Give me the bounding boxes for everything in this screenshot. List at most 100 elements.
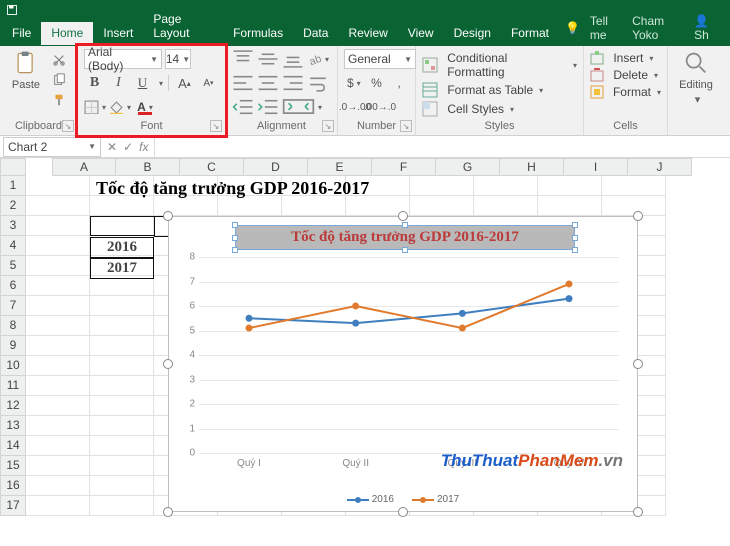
col-head[interactable]: G	[436, 158, 500, 176]
col-head[interactable]: D	[244, 158, 308, 176]
chart-plot-area[interactable]: 012345678Quý IQuý IIQuý IIIQuý IV	[199, 257, 619, 453]
cell[interactable]	[90, 356, 154, 376]
insert-cells[interactable]: Insert▾	[590, 51, 661, 65]
cell[interactable]	[90, 276, 154, 296]
cell[interactable]	[90, 476, 154, 496]
format-as-table[interactable]: Format as Table▾	[422, 82, 577, 98]
format-painter-icon[interactable]	[50, 91, 68, 109]
font-size-dropdown[interactable]: 14▼	[165, 49, 191, 69]
cell[interactable]	[90, 456, 154, 476]
row-head[interactable]: 7	[0, 296, 26, 316]
cell[interactable]	[90, 436, 154, 456]
comma-icon[interactable]: ,	[389, 73, 409, 93]
cell[interactable]	[26, 476, 90, 496]
grow-font-icon[interactable]: A▴	[174, 73, 195, 93]
user-name[interactable]: Cham Yoko	[632, 14, 684, 42]
number-dialog-icon[interactable]: ↘	[400, 120, 412, 132]
font-dialog-icon[interactable]: ↘	[210, 120, 222, 132]
alignment-dialog-icon[interactable]: ↘	[322, 120, 334, 132]
select-all-corner[interactable]	[0, 158, 26, 176]
cell[interactable]	[538, 196, 602, 216]
tab-format[interactable]: Format	[501, 22, 559, 46]
align-right-icon[interactable]	[282, 73, 304, 93]
cell[interactable]	[90, 316, 154, 336]
cell[interactable]	[410, 196, 474, 216]
cell[interactable]	[26, 376, 90, 396]
row-head[interactable]: 11	[0, 376, 26, 396]
tab-formulas[interactable]: Formulas	[223, 22, 293, 46]
tab-insert[interactable]: Insert	[93, 22, 143, 46]
formula-input[interactable]	[154, 137, 730, 157]
italic-button[interactable]: I	[108, 73, 129, 93]
tab-page-layout[interactable]: Page Layout	[143, 8, 223, 46]
dec-decimal-icon[interactable]: .00→.0	[369, 97, 391, 117]
chart-legend[interactable]: 2016 2017	[169, 494, 637, 505]
chart-handle[interactable]	[163, 359, 173, 369]
cell[interactable]	[26, 256, 90, 276]
cell[interactable]	[26, 456, 90, 476]
cell[interactable]	[26, 496, 90, 516]
cell[interactable]	[90, 196, 154, 216]
cell[interactable]	[90, 496, 154, 516]
col-head[interactable]: I	[564, 158, 628, 176]
row-head[interactable]: 6	[0, 276, 26, 296]
borders-icon[interactable]: ▾	[84, 97, 106, 117]
row-head[interactable]: 14	[0, 436, 26, 456]
align-center-icon[interactable]	[257, 73, 279, 93]
col-head[interactable]: E	[308, 158, 372, 176]
cell[interactable]	[90, 296, 154, 316]
row-head[interactable]: 9	[0, 336, 26, 356]
align-bottom-icon[interactable]	[282, 49, 304, 69]
name-box[interactable]: Chart 2▼	[3, 137, 101, 157]
underline-dropdown-icon[interactable]: ▾	[159, 79, 163, 88]
align-left-icon[interactable]	[232, 73, 254, 93]
cell[interactable]	[26, 336, 90, 356]
align-middle-icon[interactable]	[257, 49, 279, 69]
inc-decimal-icon[interactable]: .0→.00	[344, 97, 366, 117]
editing-find[interactable]: Editing ▾	[674, 49, 718, 106]
chart-title[interactable]: Tốc độ tăng trưởng GDP 2016-2017	[235, 225, 575, 249]
tab-home[interactable]: Home	[41, 22, 93, 46]
tell-me[interactable]: Tell me	[590, 14, 622, 42]
cell[interactable]	[602, 176, 666, 196]
font-color-icon[interactable]: A▾	[134, 97, 156, 117]
row-head[interactable]: 4	[0, 236, 26, 256]
share-button[interactable]: 👤 Sh	[694, 14, 722, 42]
tab-review[interactable]: Review	[338, 22, 397, 46]
cell[interactable]	[26, 316, 90, 336]
col-head[interactable]: A	[52, 158, 116, 176]
font-name-dropdown[interactable]: Arial (Body)▼	[84, 49, 162, 69]
fill-color-icon[interactable]: ▾	[109, 97, 131, 117]
cell[interactable]	[26, 416, 90, 436]
col-head[interactable]: H	[500, 158, 564, 176]
underline-button[interactable]: U	[132, 73, 153, 93]
row-head[interactable]: 3	[0, 216, 26, 236]
cell[interactable]	[26, 196, 90, 216]
row-head[interactable]: 17	[0, 496, 26, 516]
row-head[interactable]: 5	[0, 256, 26, 276]
tab-file[interactable]: File	[2, 22, 41, 46]
chart-handle[interactable]	[163, 507, 173, 517]
dec-indent-icon[interactable]	[232, 97, 254, 117]
orientation-icon[interactable]: ab▾	[307, 49, 329, 69]
tab-design[interactable]: Design	[444, 22, 501, 46]
cell[interactable]	[26, 236, 90, 256]
cell[interactable]	[26, 396, 90, 416]
cut-icon[interactable]	[50, 51, 68, 69]
col-head[interactable]: F	[372, 158, 436, 176]
cell[interactable]	[26, 296, 90, 316]
tab-data[interactable]: Data	[293, 22, 338, 46]
row-head[interactable]: 2	[0, 196, 26, 216]
cell[interactable]	[410, 176, 474, 196]
cancel-icon[interactable]: ✕	[107, 140, 117, 154]
inc-indent-icon[interactable]	[257, 97, 279, 117]
format-cells[interactable]: Format▾	[590, 85, 661, 99]
row-head[interactable]: 10	[0, 356, 26, 376]
clipboard-dialog-icon[interactable]: ↘	[62, 120, 74, 132]
cell[interactable]	[26, 176, 90, 196]
align-top-icon[interactable]	[232, 49, 254, 69]
cell[interactable]	[90, 396, 154, 416]
conditional-formatting[interactable]: Conditional Formatting▾	[422, 51, 577, 79]
number-format-dropdown[interactable]: General▼	[344, 49, 416, 69]
col-head[interactable]: C	[180, 158, 244, 176]
